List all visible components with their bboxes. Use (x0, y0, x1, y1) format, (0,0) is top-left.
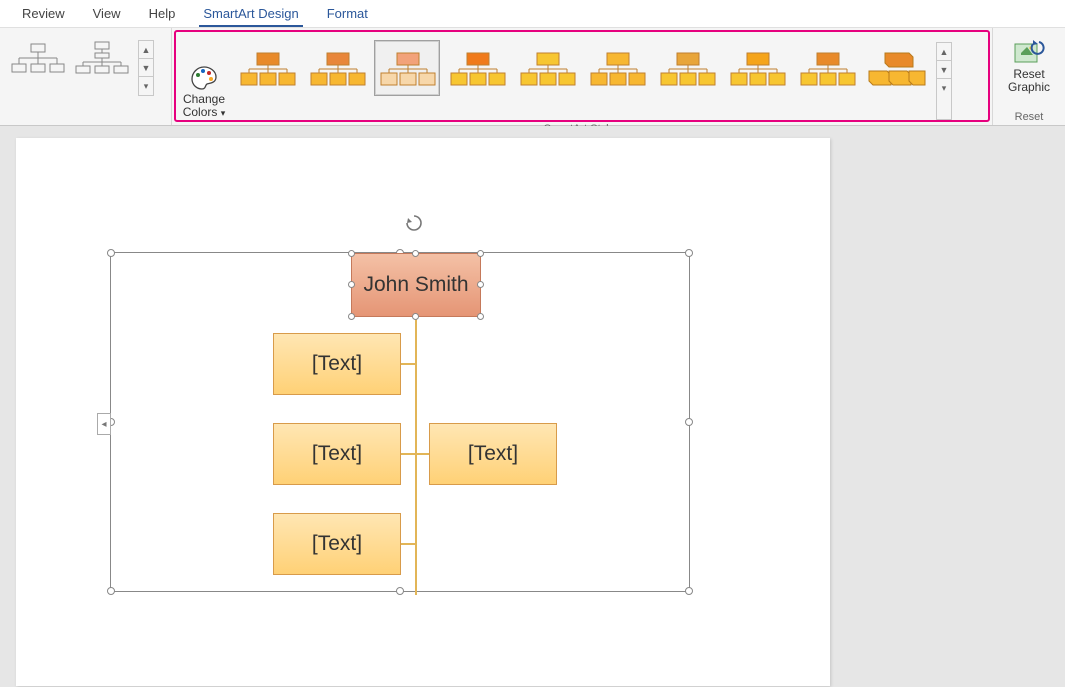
styles-more[interactable]: ▾ (937, 79, 951, 97)
style-option-8[interactable] (724, 40, 790, 96)
ribbon: ▲ ▼ ▾ Change Colors ▾ (0, 28, 1065, 126)
style-option-9[interactable] (794, 40, 860, 96)
layout-option-1[interactable] (7, 34, 69, 86)
node-child-3[interactable]: [Text] (429, 423, 557, 485)
layouts-scroll-up[interactable]: ▲ (139, 41, 153, 59)
page[interactable]: ◂ John Smith [Text] [Text] [Tex (16, 138, 830, 686)
layouts-gallery-spinner: ▲ ▼ ▾ (138, 40, 154, 96)
node-child-4[interactable]: [Text] (273, 513, 401, 575)
styles-scroll-down[interactable]: ▼ (937, 61, 951, 79)
style-option-4[interactable] (444, 40, 510, 96)
style-option-3[interactable] (374, 40, 440, 96)
layouts-gallery (6, 32, 134, 88)
document-area: ◂ John Smith [Text] [Text] [Tex (0, 126, 1065, 687)
style-option-7[interactable] (654, 40, 720, 96)
node-child-2-text: [Text] (312, 442, 362, 466)
rotate-handle[interactable] (405, 214, 423, 232)
reset-graphic-button[interactable]: Reset Graphic (1002, 32, 1056, 94)
tab-format[interactable]: Format (323, 2, 372, 27)
layout-option-2[interactable] (71, 34, 133, 86)
styles-gallery (232, 32, 932, 120)
node-child-4-text: [Text] (312, 532, 362, 556)
style-option-1[interactable] (234, 40, 300, 96)
tab-view[interactable]: View (89, 2, 125, 27)
layouts-scroll-down[interactable]: ▼ (139, 59, 153, 77)
reset-group-label: Reset (993, 110, 1065, 125)
styles-gallery-spinner: ▲ ▼ ▾ (936, 42, 952, 120)
palette-icon (190, 65, 218, 91)
tab-smartart-design[interactable]: SmartArt Design (199, 2, 302, 27)
change-colors-button[interactable]: Change Colors ▾ (176, 32, 232, 120)
chevron-down-icon: ▾ (221, 108, 226, 118)
tab-help[interactable]: Help (145, 2, 180, 27)
smartart-frame[interactable]: ◂ John Smith [Text] [Text] [Tex (110, 252, 690, 592)
tab-review[interactable]: Review (18, 2, 69, 27)
style-option-10[interactable] (864, 40, 930, 96)
ribbon-tabs: Review View Help SmartArt Design Format (0, 0, 1065, 28)
change-colors-label: Change Colors ▾ (178, 93, 230, 120)
reset-graphic-label: Reset Graphic (1002, 68, 1056, 94)
style-option-6[interactable] (584, 40, 650, 96)
node-child-2[interactable]: [Text] (273, 423, 401, 485)
layouts-more[interactable]: ▾ (139, 77, 153, 95)
highlighted-region: Change Colors ▾ ▲ ▼ ▾ (174, 30, 990, 122)
node-child-1-text: [Text] (312, 352, 362, 376)
styles-scroll-up[interactable]: ▲ (937, 43, 951, 61)
text-pane-expand[interactable]: ◂ (97, 413, 111, 435)
style-option-2[interactable] (304, 40, 370, 96)
reset-graphic-icon (1013, 38, 1045, 66)
node-root[interactable]: John Smith (351, 253, 481, 317)
node-child-1[interactable]: [Text] (273, 333, 401, 395)
style-option-5[interactable] (514, 40, 580, 96)
node-child-3-text: [Text] (468, 442, 518, 466)
node-root-text: John Smith (363, 273, 468, 297)
